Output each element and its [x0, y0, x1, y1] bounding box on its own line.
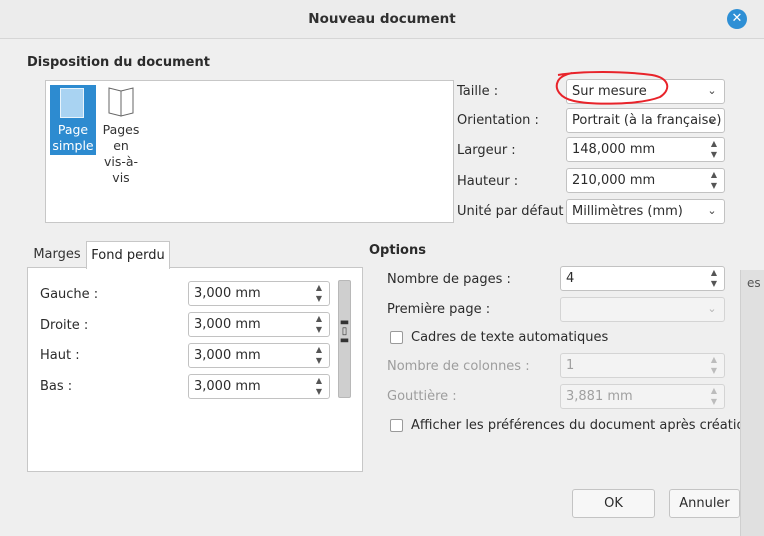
spin-up-icon[interactable]: ▲ — [708, 268, 720, 278]
chevron-down-icon: ⌄ — [707, 302, 717, 315]
spin-down-icon: ▼ — [710, 397, 718, 406]
tab-marges[interactable]: Marges — [28, 241, 86, 268]
premiere-page-label: Première page : — [387, 302, 491, 317]
hauteur-label: Hauteur : — [457, 174, 519, 189]
unite-label: Unité par défaut : — [457, 204, 572, 219]
spin-up-icon[interactable]: ▲ — [708, 170, 720, 180]
chevron-down-icon: ⌄ — [707, 113, 717, 126]
bas-label: Bas : — [40, 379, 73, 394]
spin-up-icon: ▲ — [710, 386, 718, 395]
tile-facing-pages-label[interactable]: Pages en vis-à-vis — [98, 122, 144, 186]
droite-spinbox[interactable]: 3,000 mm ▲ ▼ — [188, 312, 330, 337]
haut-label: Haut : — [40, 348, 80, 363]
spin-down-icon: ▼ — [710, 366, 718, 375]
tab-fond-perdu[interactable]: Fond perdu — [86, 241, 170, 269]
nombre-colonnes-value: 1 — [566, 358, 575, 373]
largeur-spinbox[interactable]: 148,000 mm ▲ ▼ — [566, 137, 725, 162]
spin-up-icon[interactable]: ▲ — [708, 139, 720, 149]
premiere-page-select[interactable]: ⌄ — [560, 297, 725, 322]
cadres-auto-checkbox[interactable] — [390, 331, 403, 344]
background-window-text: es — [747, 276, 761, 290]
nombre-pages-value[interactable]: 4 — [566, 267, 574, 290]
largeur-value[interactable]: 148,000 mm — [572, 138, 655, 161]
spin-down-icon[interactable]: ▼ — [313, 325, 325, 335]
haut-spinbox[interactable]: 3,000 mm ▲ ▼ — [188, 343, 330, 368]
spin-down-icon[interactable]: ▼ — [313, 294, 325, 304]
dialog-title: Nouveau document — [308, 11, 456, 27]
spin-down-icon[interactable]: ▼ — [313, 356, 325, 366]
orientation-value: Portrait (à la française) — [572, 113, 722, 128]
bas-value[interactable]: 3,000 mm — [194, 375, 261, 398]
cadres-auto-label[interactable]: Cadres de texte automatiques — [411, 330, 608, 345]
unite-select[interactable]: Millimètres (mm) ⌄ — [566, 199, 725, 224]
haut-value[interactable]: 3,000 mm — [194, 344, 261, 367]
spin-up-icon[interactable]: ▲ — [313, 376, 325, 386]
taille-label: Taille : — [457, 84, 499, 99]
annuler-button[interactable]: Annuler — [669, 489, 740, 518]
orientation-select[interactable]: Portrait (à la française) ⌄ — [566, 108, 725, 133]
spin-down-icon[interactable]: ▼ — [313, 387, 325, 397]
single-page-icon — [60, 88, 84, 118]
chain-link-icon: ▬ ▯ ▬ — [339, 317, 350, 346]
largeur-label: Largeur : — [457, 143, 516, 158]
spin-up-icon[interactable]: ▲ — [313, 345, 325, 355]
hauteur-spinbox[interactable]: 210,000 mm ▲ ▼ — [566, 168, 725, 193]
spin-up-icon[interactable]: ▲ — [313, 283, 325, 293]
spin-down-icon[interactable]: ▼ — [708, 181, 720, 191]
red-annotation-circle — [555, 71, 669, 105]
nombre-pages-label: Nombre de pages : — [387, 272, 511, 287]
afficher-prefs-checkbox[interactable] — [390, 419, 403, 432]
hauteur-value[interactable]: 210,000 mm — [572, 169, 655, 192]
spin-down-icon[interactable]: ▼ — [708, 150, 720, 160]
chevron-down-icon: ⌄ — [707, 84, 717, 97]
gauche-value[interactable]: 3,000 mm — [194, 282, 261, 305]
nombre-pages-spinbox[interactable]: 4 ▲ ▼ — [560, 266, 725, 291]
tile-page-simple-label: Page simple — [52, 122, 94, 153]
unite-value: Millimètres (mm) — [572, 204, 683, 219]
gouttiere-spinbox[interactable]: 3,881 mm ▲ ▼ — [560, 384, 725, 409]
nombre-colonnes-spinbox[interactable]: 1 ▲ ▼ — [560, 353, 725, 378]
close-icon[interactable]: ✕ — [727, 9, 747, 29]
gouttiere-label: Gouttière : — [387, 389, 457, 404]
options-title: Options — [369, 243, 426, 258]
background-window-edge — [740, 270, 764, 536]
chevron-down-icon: ⌄ — [707, 204, 717, 217]
spin-up-icon: ▲ — [710, 355, 718, 364]
spin-up-icon[interactable]: ▲ — [313, 314, 325, 324]
gauche-spinbox[interactable]: 3,000 mm ▲ ▼ — [188, 281, 330, 306]
gouttiere-value: 3,881 mm — [566, 389, 633, 404]
orientation-label: Orientation : — [457, 113, 539, 128]
nombre-colonnes-label: Nombre de colonnes : — [387, 359, 530, 374]
spin-down-icon[interactable]: ▼ — [708, 279, 720, 289]
ok-button[interactable]: OK — [572, 489, 655, 518]
gauche-label: Gauche : — [40, 287, 99, 302]
droite-value[interactable]: 3,000 mm — [194, 313, 261, 336]
layout-section-title: Disposition du document — [27, 55, 210, 70]
facing-pages-icon[interactable] — [106, 87, 136, 117]
bas-spinbox[interactable]: 3,000 mm ▲ ▼ — [188, 374, 330, 399]
droite-label: Droite : — [40, 318, 89, 333]
afficher-prefs-label[interactable]: Afficher les préférences du document apr… — [411, 418, 753, 433]
